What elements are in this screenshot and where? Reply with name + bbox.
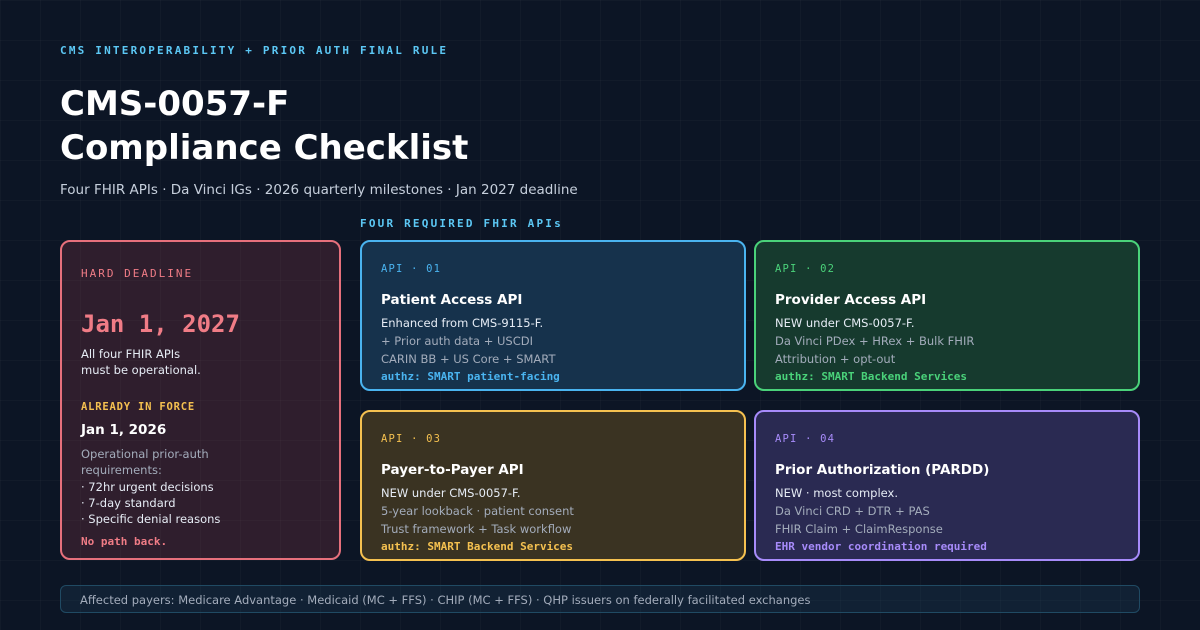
page-title: CMS-0057-F Compliance Checklist [60,82,468,170]
api-detail: CARIN BB + US Core + SMART [381,352,556,366]
api-detail: 5-year lookback · patient consent [381,504,574,518]
api-lead: NEW · most complex. [775,486,898,500]
in-force-date: Jan 1, 2026 [81,422,167,438]
in-force-label: ALREADY IN FORCE [81,401,195,413]
page-title-line1: CMS-0057-F [60,84,290,124]
page-title-line2: Compliance Checklist [60,128,469,168]
hard-deadline-desc-line1: All four FHIR APIs [81,347,181,361]
api-authz: authz: SMART patient-facing [381,370,560,383]
api-authz: authz: SMART Backend Services [381,540,574,553]
affected-payers-bar: Affected payers: Medicare Advantage · Me… [60,585,1140,613]
api-tag: API · 01 [381,263,442,275]
api-lead: Enhanced from CMS-9115-F. [381,316,544,330]
api-lead: NEW under CMS-0057-F. [775,316,915,330]
api-card-prior-authorization: API · 04 Prior Authorization (PARDD) NEW… [754,410,1140,561]
api-detail: Da Vinci CRD + DTR + PAS [775,504,930,518]
eyebrow-rule-name: CMS INTEROPERABILITY + PRIOR AUTH FINAL … [60,44,449,57]
hard-deadline-desc-line2: must be operational. [81,363,201,377]
api-tag: API · 03 [381,433,442,445]
in-force-description: Operational prior-auth requirements: [81,446,241,478]
section-label-apis: FOUR REQUIRED FHIR APIs [360,217,563,230]
in-force-desc-line1: Operational prior-auth [81,447,209,461]
hard-deadline-label: HARD DEADLINE [81,267,194,280]
api-card-payer-to-payer: API · 03 Payer-to-Payer API NEW under CM… [360,410,746,561]
api-detail: + Prior auth data + USCDI [381,334,533,348]
api-detail: Attribution + opt-out [775,352,896,366]
hard-deadline-footer: No path back. [81,535,168,548]
api-card-patient-access: API · 01 Patient Access API Enhanced fro… [360,240,746,391]
api-name: Prior Authorization (PARDD) [775,462,990,478]
api-lead: NEW under CMS-0057-F. [381,486,521,500]
api-authz: authz: SMART Backend Services [775,370,968,383]
hard-deadline-date: Jan 1, 2027 [81,310,240,338]
api-detail: Trust framework + Task workflow [381,522,572,536]
affected-payers-text: Affected payers: Medicare Advantage · Me… [80,593,811,607]
page-subtitle: Four FHIR APIs · Da Vinci IGs · 2026 qua… [60,182,578,198]
api-tag: API · 04 [775,433,836,445]
list-item: · Specific denial reasons [81,512,221,526]
hard-deadline-card: HARD DEADLINE Jan 1, 2027 All four FHIR … [60,240,341,560]
api-authz: EHR vendor coordination required [775,540,987,553]
api-detail: FHIR Claim + ClaimResponse [775,522,943,536]
api-tag: API · 02 [775,263,836,275]
api-name: Patient Access API [381,292,523,308]
api-detail: Da Vinci PDex + HRex + Bulk FHIR [775,334,975,348]
in-force-requirements-list: · 72hr urgent decisions · 7-day standard… [81,479,220,527]
api-name: Provider Access API [775,292,927,308]
in-force-desc-line2: requirements: [81,463,162,477]
list-item: · 72hr urgent decisions [81,480,214,494]
api-card-provider-access: API · 02 Provider Access API NEW under C… [754,240,1140,391]
hard-deadline-description: All four FHIR APIs must be operational. [81,346,281,378]
list-item: · 7-day standard [81,496,176,510]
api-name: Payer-to-Payer API [381,462,524,478]
